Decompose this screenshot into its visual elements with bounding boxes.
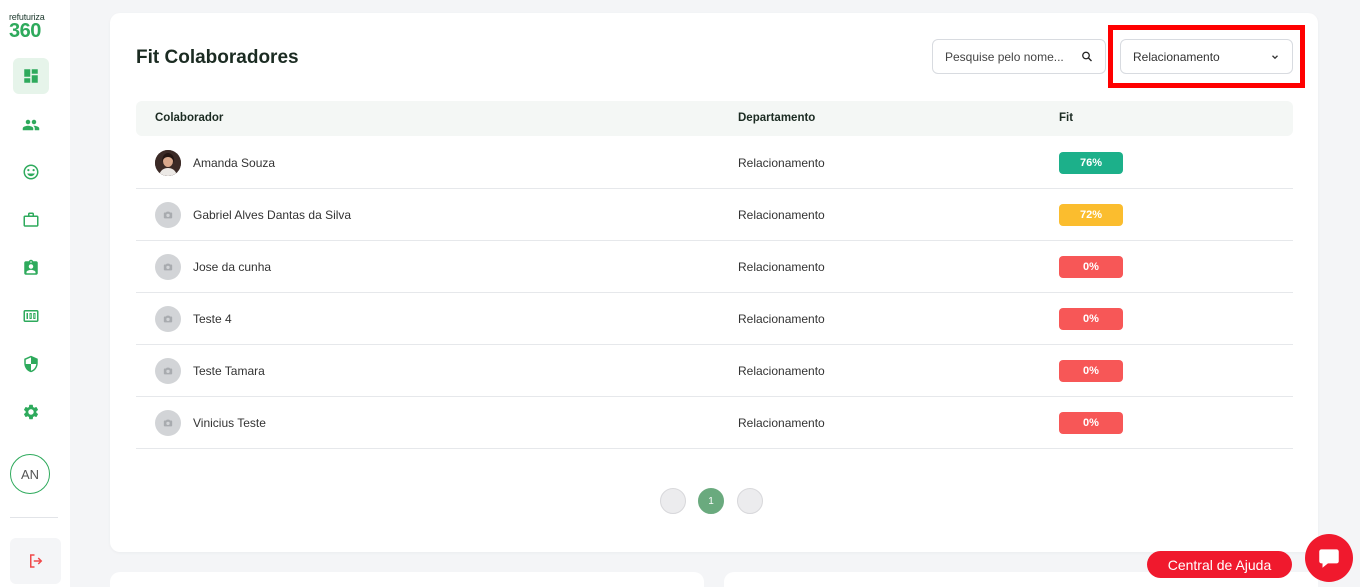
fit-badge: 0% (1059, 412, 1123, 434)
pagination-prev-button[interactable] (660, 488, 686, 514)
sidebar-item-security[interactable] (13, 346, 49, 382)
collaborator-name[interactable]: Gabriel Alves Dantas da Silva (193, 208, 351, 222)
column-header-departamento[interactable]: Departamento (738, 112, 815, 124)
fit-badge: 72% (1059, 204, 1123, 226)
table-header: Colaborador Departamento Fit (136, 101, 1293, 136)
sidebar-item-scores[interactable] (13, 298, 49, 334)
department-select[interactable]: Relacionamento (1120, 39, 1293, 74)
department-cell: Relacionamento (738, 156, 825, 170)
fit-badge: 0% (1059, 308, 1123, 330)
logout-icon (29, 554, 42, 568)
help-chat-button[interactable] (1305, 534, 1353, 582)
camera-icon (163, 367, 173, 375)
avatar-photo-icon (155, 150, 181, 176)
camera-icon (163, 211, 173, 219)
briefcase-icon (23, 212, 39, 227)
gear-icon (23, 404, 39, 420)
sidebar: refuturiza 360 AN (0, 0, 70, 587)
avatar (155, 254, 181, 280)
logo-text-big: 360 (9, 20, 41, 42)
collaborator-name[interactable]: Amanda Souza (193, 156, 275, 170)
collaborator-name[interactable]: Teste 4 (193, 312, 232, 326)
pagination-page-button[interactable]: 1 (698, 488, 724, 514)
department-cell: Relacionamento (738, 208, 825, 222)
help-center-button[interactable]: Central de Ajuda (1147, 551, 1292, 578)
column-header-fit[interactable]: Fit (1059, 112, 1073, 124)
chat-bubble-icon (1319, 549, 1339, 568)
avatar (155, 358, 181, 384)
search-icon[interactable] (1081, 50, 1093, 63)
bottom-card-left (110, 572, 704, 587)
collaborator-name[interactable]: Jose da cunha (193, 260, 271, 274)
department-cell: Relacionamento (738, 312, 825, 326)
sidebar-item-jobs[interactable] (13, 202, 49, 238)
page-title: Fit Colaboradores (136, 47, 299, 68)
avatar (155, 202, 181, 228)
avatar (155, 306, 181, 332)
sidebar-item-assessments[interactable] (13, 250, 49, 286)
chevron-down-icon (1272, 54, 1278, 59)
department-select-value: Relacionamento (1133, 49, 1220, 64)
sidebar-item-settings[interactable] (13, 394, 49, 430)
brand-logo[interactable]: refuturiza 360 (9, 12, 59, 42)
table-row[interactable]: Amanda Souza Relacionamento 76% (136, 137, 1293, 189)
table-row[interactable]: Gabriel Alves Dantas da Silva Relacionam… (136, 189, 1293, 241)
pagination-next-button[interactable] (737, 488, 763, 514)
table-row[interactable]: Jose da cunha Relacionamento 0% (136, 241, 1293, 293)
fit-collaborators-card: Fit Colaboradores Relacionamento Colabor… (110, 13, 1318, 552)
camera-icon (163, 315, 173, 323)
search-input[interactable] (945, 49, 1075, 64)
collaborator-name[interactable]: Vinicius Teste (193, 416, 266, 430)
fit-badge: 0% (1059, 360, 1123, 382)
camera-icon (163, 263, 173, 271)
sidebar-divider (10, 517, 58, 518)
clipboard-user-icon (24, 259, 38, 275)
table-row[interactable]: Vinicius Teste Relacionamento 0% (136, 397, 1293, 449)
fit-badge: 0% (1059, 256, 1123, 278)
department-cell: Relacionamento (738, 364, 825, 378)
collaborator-name[interactable]: Teste Tamara (193, 364, 265, 378)
smile-icon (23, 164, 39, 180)
dashboard-icon (24, 69, 38, 83)
avatar (155, 150, 181, 176)
avatar (155, 410, 181, 436)
score-icon (23, 310, 39, 322)
logout-button[interactable] (10, 538, 61, 584)
shield-icon (24, 355, 38, 373)
user-avatar[interactable]: AN (10, 454, 50, 494)
fit-badge: 76% (1059, 152, 1123, 174)
table-row[interactable]: Teste 4 Relacionamento 0% (136, 293, 1293, 345)
department-cell: Relacionamento (738, 260, 825, 274)
sidebar-item-feedback[interactable] (13, 154, 49, 190)
department-cell: Relacionamento (738, 416, 825, 430)
column-header-colaborador[interactable]: Colaborador (155, 112, 223, 124)
search-field[interactable] (932, 39, 1106, 74)
people-icon (22, 119, 40, 131)
sidebar-item-dashboard[interactable] (13, 58, 49, 94)
camera-icon (163, 419, 173, 427)
table-row[interactable]: Teste Tamara Relacionamento 0% (136, 345, 1293, 397)
sidebar-item-people[interactable] (13, 107, 49, 143)
